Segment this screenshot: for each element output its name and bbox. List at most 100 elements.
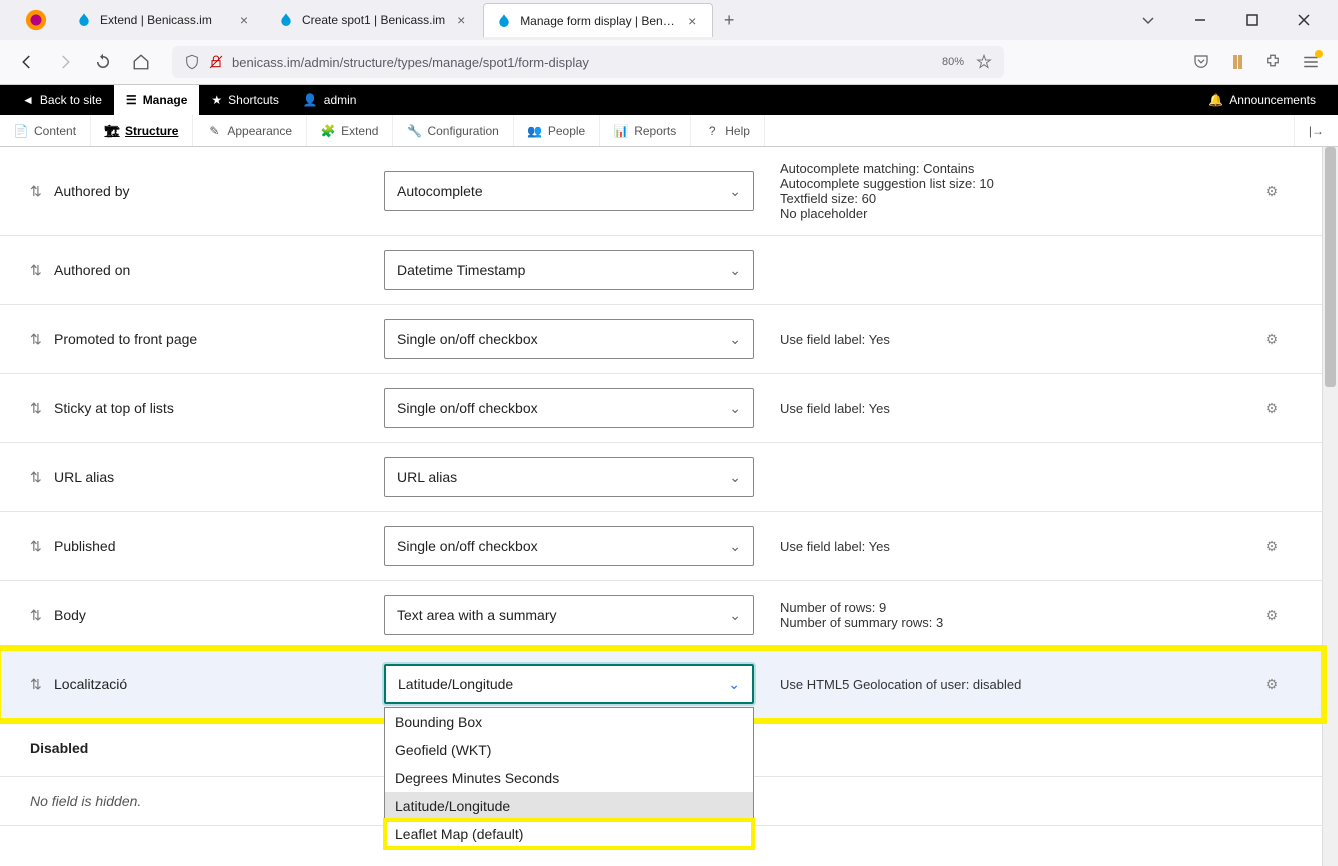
menu-appearance[interactable]: ✎Appearance [193,115,307,146]
home-button[interactable] [126,47,156,77]
scrollbar-thumb[interactable] [1325,147,1336,387]
field-label: Localització [54,676,384,692]
gear-icon[interactable]: ⚙ [1266,676,1279,692]
configuration-icon: 🔧 [407,124,421,138]
people-icon: 👥 [528,124,542,138]
dropdown-option-geofield-wkt[interactable]: Geofield (WKT) [385,736,753,764]
menu-content[interactable]: 📄Content [0,115,91,146]
drag-handle-icon[interactable]: ⇅ [30,469,54,486]
close-button[interactable] [1290,6,1318,34]
extensions-icon[interactable] [1264,53,1282,71]
widget-select-authored-on[interactable]: Datetime Timestamp ⌄ [384,250,754,290]
url-text: benicass.im/admin/structure/types/manage… [232,55,930,70]
arrow-right-icon: |→ [1309,124,1324,138]
field-row-sticky: ⇅ Sticky at top of lists Single on/off c… [0,374,1322,443]
widget-select-promoted[interactable]: Single on/off checkbox ⌄ [384,319,754,359]
back-arrow-icon: ◄ [22,93,34,107]
tab-close-icon[interactable]: × [236,12,252,28]
widget-summary: Use field label: Yes [764,539,1252,554]
widget-select-published[interactable]: Single on/off checkbox ⌄ [384,526,754,566]
vertical-scrollbar[interactable] [1322,147,1338,866]
menu-extend[interactable]: 🧩Extend [307,115,393,146]
widget-summary: Use HTML5 Geolocation of user: disabled [764,677,1252,692]
drag-handle-icon[interactable]: ⇅ [30,676,54,693]
pocket-icon[interactable] [1192,53,1210,71]
select-value: Latitude/Longitude [398,676,513,692]
gear-icon[interactable]: ⚙ [1266,183,1279,199]
nav-bar: benicass.im/admin/structure/types/manage… [0,40,1338,84]
drag-handle-icon[interactable]: ⇅ [30,607,54,624]
url-bar[interactable]: benicass.im/admin/structure/types/manage… [172,46,1004,78]
menu-people[interactable]: 👥People [514,115,600,146]
menu-structure[interactable]: 🏗Structure [91,115,193,146]
browser-tab-2[interactable]: Manage form display | Benicass… × [483,3,713,37]
select-value: URL alias [397,469,457,485]
dropdown-option-latlon[interactable]: Latitude/Longitude [385,792,753,820]
main-content: ⇅ Authored by Autocomplete ⌄ Autocomplet… [0,147,1338,866]
appearance-icon: ✎ [207,124,221,138]
widget-select-authored-by[interactable]: Autocomplete ⌄ [384,171,754,211]
widget-select-sticky[interactable]: Single on/off checkbox ⌄ [384,388,754,428]
shield-icon [184,54,200,70]
drag-handle-icon[interactable]: ⇅ [30,262,54,279]
widget-select-url-alias[interactable]: URL alias ⌄ [384,457,754,497]
field-row-authored-by: ⇅ Authored by Autocomplete ⌄ Autocomplet… [0,147,1322,236]
widget-summary: Use field label: Yes [764,332,1252,347]
chevron-down-icon[interactable] [1134,6,1162,34]
menu-configuration[interactable]: 🔧Configuration [393,115,513,146]
firefox-icon [24,8,48,32]
gear-icon[interactable]: ⚙ [1266,538,1279,554]
field-label: URL alias [54,469,384,485]
manage-button[interactable]: ☰ Manage [114,85,199,115]
window-controls [1134,6,1330,34]
bookmark-star-icon[interactable] [976,54,992,70]
menu-help[interactable]: ?Help [691,115,765,146]
gear-icon[interactable]: ⚙ [1266,400,1279,416]
drag-handle-icon[interactable]: ⇅ [30,538,54,555]
tab-title: Extend | Benicass.im [100,13,228,27]
drag-handle-icon[interactable]: ⇅ [30,183,54,200]
hamburger-menu-icon[interactable] [1302,53,1320,71]
gear-icon[interactable]: ⚙ [1266,331,1279,347]
widget-dropdown-options: Bounding Box Geofield (WKT) Degrees Minu… [384,707,754,849]
field-row-url-alias: ⇅ URL alias URL alias ⌄ [0,443,1322,512]
back-button[interactable] [12,47,42,77]
chevron-down-icon: ⌄ [729,538,741,555]
admin-user-button[interactable]: 👤 admin [291,85,369,115]
field-label: Promoted to front page [54,331,384,347]
field-label: Authored by [54,183,384,199]
tab-close-icon[interactable]: × [684,13,700,29]
back-to-site-button[interactable]: ◄ Back to site [10,85,114,115]
dropdown-option-dms[interactable]: Degrees Minutes Seconds [385,764,753,792]
field-row-authored-on: ⇅ Authored on Datetime Timestamp ⌄ [0,236,1322,305]
widget-summary: Use field label: Yes [764,401,1252,416]
dropdown-option-bounding-box[interactable]: Bounding Box [385,708,753,736]
browser-tab-1[interactable]: Create spot1 | Benicass.im × [266,3,481,37]
widget-select-body[interactable]: Text area with a summary ⌄ [384,595,754,635]
drag-handle-icon[interactable]: ⇅ [30,400,54,417]
tab-close-icon[interactable]: × [453,12,469,28]
drupal-icon [278,12,294,28]
help-icon: ? [705,124,719,138]
gear-icon[interactable]: ⚙ [1266,607,1279,623]
extension-icon[interactable] [1230,53,1244,71]
toolbar-right-icons [1192,53,1326,71]
menu-reports[interactable]: 📊Reports [600,115,691,146]
drag-handle-icon[interactable]: ⇅ [30,331,54,348]
zoom-indicator[interactable]: 80% [938,55,968,69]
section-title: Disabled [30,740,88,756]
forward-button[interactable] [50,47,80,77]
maximize-button[interactable] [1238,6,1266,34]
menu-orientation-toggle[interactable]: |→ [1294,115,1338,146]
shortcuts-button[interactable]: ★ Shortcuts [199,85,290,115]
content-icon: 📄 [14,124,28,138]
minimize-button[interactable] [1186,6,1214,34]
dropdown-option-leaflet-map[interactable]: Leaflet Map (default) [385,820,753,848]
new-tab-button[interactable]: + [715,6,743,34]
reload-button[interactable] [88,47,118,77]
widget-select-localitzacio[interactable]: Latitude/Longitude ⌄ [384,664,754,704]
chevron-down-icon: ⌄ [729,262,741,279]
user-icon: 👤 [303,93,318,107]
announcements-button[interactable]: 🔔 Announcements [1196,85,1328,115]
browser-tab-0[interactable]: Extend | Benicass.im × [64,3,264,37]
